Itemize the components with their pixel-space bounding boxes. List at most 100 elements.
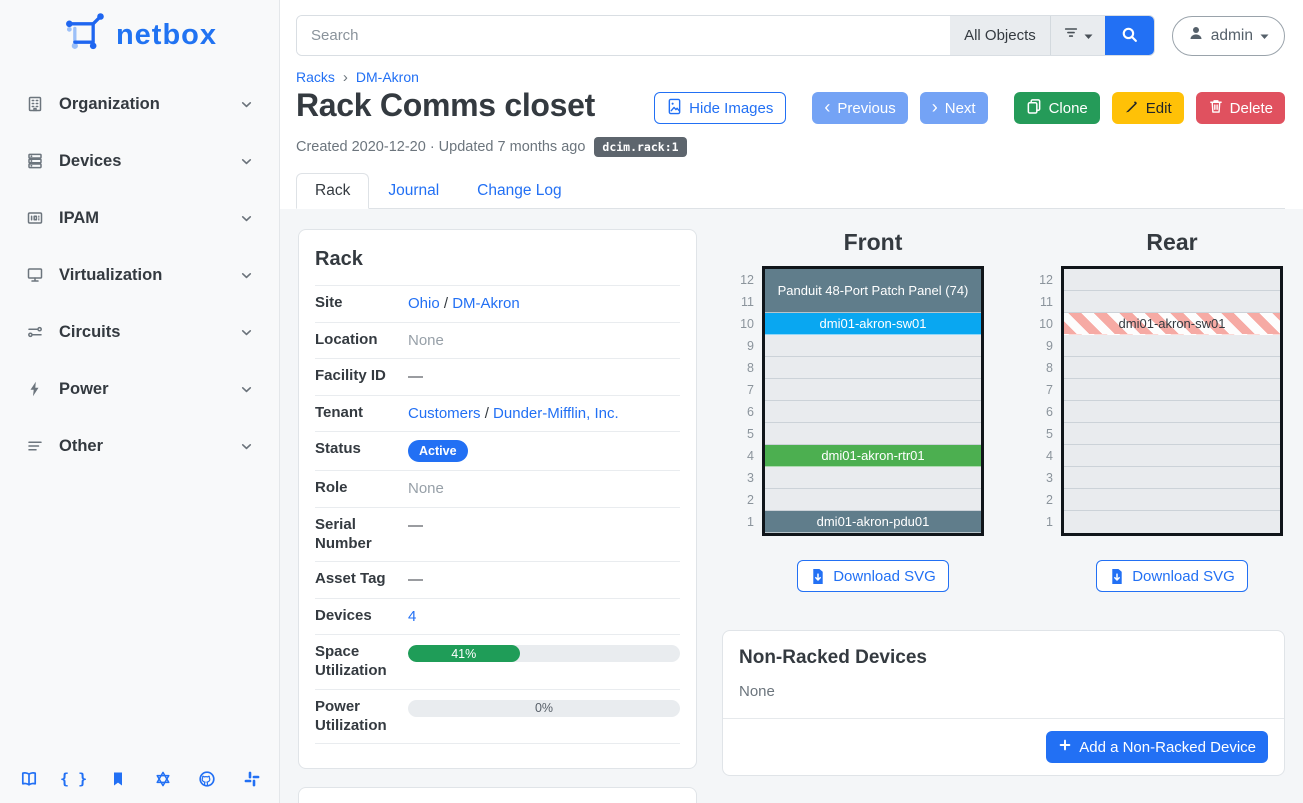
sidebar-item-other[interactable]: Other bbox=[26, 426, 255, 466]
info-row-status: Status Active bbox=[315, 432, 680, 471]
unit-labels: 121110987654321 bbox=[724, 266, 754, 536]
sidebar: netbox Organization Devices IPAM Virtual… bbox=[0, 0, 280, 803]
rack-slot-empty[interactable] bbox=[765, 401, 981, 423]
tab-change-log[interactable]: Change Log bbox=[458, 173, 580, 209]
rack-slot-empty[interactable] bbox=[765, 489, 981, 511]
elevation-title: Front bbox=[762, 229, 984, 256]
person-icon bbox=[1188, 25, 1204, 46]
github-icon[interactable] bbox=[196, 768, 218, 790]
space-utilization-bar: 41% bbox=[408, 645, 680, 662]
clone-button[interactable]: Clone bbox=[1014, 92, 1100, 124]
dunder-mifflin-inc-link[interactable]: Dunder-Mifflin, Inc. bbox=[493, 405, 619, 422]
customers-link[interactable]: Customers bbox=[408, 405, 481, 422]
rack-slot-empty[interactable] bbox=[1064, 291, 1280, 313]
add-non-racked-device-button[interactable]: Add a Non-Racked Device bbox=[1046, 731, 1268, 763]
page-header: All Objects bbox=[280, 0, 1303, 209]
edit-button[interactable]: Edit bbox=[1112, 92, 1184, 124]
netbox-logo[interactable]: netbox bbox=[0, 0, 279, 64]
rack-slot-empty[interactable] bbox=[1064, 379, 1280, 401]
search-scope-button[interactable]: All Objects bbox=[950, 16, 1050, 55]
rack-info-table: Site Ohio / DM-Akron Location None Facil… bbox=[315, 285, 680, 744]
chevron-down-icon bbox=[238, 324, 255, 341]
rack-device-dmi01-akron-sw01[interactable]: dmi01-akron-sw01 bbox=[765, 313, 981, 335]
servers-icon bbox=[26, 152, 44, 170]
dm-akron-link[interactable]: DM-Akron bbox=[452, 295, 520, 312]
download-svg-button-rear[interactable]: Download SVG bbox=[1096, 560, 1248, 592]
braces-icon[interactable]: { } bbox=[63, 768, 85, 790]
bolt-icon bbox=[26, 380, 44, 398]
tab-journal[interactable]: Journal bbox=[369, 173, 458, 209]
user-menu-button[interactable]: admin bbox=[1172, 16, 1285, 56]
file-download-icon bbox=[810, 568, 826, 585]
sidebar-item-power[interactable]: Power bbox=[26, 369, 255, 409]
non-racked-devices-panel: Non-Racked Devices None Add a Non-Racked… bbox=[722, 630, 1285, 776]
info-row-facility-id: Facility ID — bbox=[315, 359, 680, 396]
slack-icon[interactable] bbox=[241, 768, 263, 790]
rack-info-panel: Rack Site Ohio / DM-Akron Location None … bbox=[298, 229, 697, 769]
power-utilization-bar: 0% bbox=[408, 700, 680, 717]
sidebar-item-ipam[interactable]: IPAM bbox=[26, 198, 255, 238]
rack-slot-empty[interactable] bbox=[765, 423, 981, 445]
sidebar-item-devices[interactable]: Devices bbox=[26, 141, 255, 181]
breadcrumb: Racks › DM-Akron bbox=[296, 69, 1285, 85]
sidebar-item-organization[interactable]: Organization bbox=[26, 84, 255, 124]
next-panel-stub bbox=[298, 787, 697, 803]
chevron-down-icon bbox=[238, 96, 255, 113]
breadcrumb-racks[interactable]: Racks bbox=[296, 69, 335, 85]
previous-button[interactable]: ‹ Previous bbox=[812, 92, 907, 124]
rack-slot-empty[interactable] bbox=[1064, 467, 1280, 489]
rack-device-dmi01-akron-pdu01[interactable]: dmi01-akron-pdu01 bbox=[765, 511, 981, 533]
info-row-location: Location None bbox=[315, 323, 680, 360]
circuits-icon bbox=[26, 323, 44, 341]
bookmark-icon[interactable] bbox=[107, 768, 129, 790]
devices-count-link[interactable]: 4 bbox=[408, 608, 416, 625]
ohio-link[interactable]: Ohio bbox=[408, 295, 440, 312]
monitor-icon bbox=[26, 266, 44, 284]
rack-slot-empty[interactable] bbox=[765, 379, 981, 401]
status-badge: Active bbox=[408, 440, 468, 462]
info-row-tenant: Tenant Customers / Dunder-Mifflin, Inc. bbox=[315, 396, 680, 433]
info-row-role: Role None bbox=[315, 471, 680, 508]
graphql-icon[interactable] bbox=[152, 768, 174, 790]
search-filter-dropdown[interactable] bbox=[1050, 16, 1105, 55]
breadcrumb-dm-akron[interactable]: DM-Akron bbox=[356, 69, 419, 85]
sidebar-item-virtualization[interactable]: Virtualization bbox=[26, 255, 255, 295]
info-row-space-utilization: Space Utilization 41% bbox=[315, 635, 680, 690]
building-icon bbox=[26, 95, 44, 113]
non-racked-title: Non-Racked Devices bbox=[739, 647, 1268, 669]
search-button[interactable] bbox=[1105, 16, 1154, 55]
rack-slot-empty[interactable] bbox=[1064, 489, 1280, 511]
elevations: Front 121110987654321 Panduit 48-Port Pa… bbox=[722, 229, 1285, 592]
chevron-right-icon: › bbox=[932, 98, 938, 116]
rack-device-dmi01-akron-rtr01[interactable]: dmi01-akron-rtr01 bbox=[765, 445, 981, 467]
rack-slot-empty[interactable] bbox=[1064, 511, 1280, 533]
sidebar-item-circuits[interactable]: Circuits bbox=[26, 312, 255, 352]
chevron-down-icon bbox=[238, 153, 255, 170]
rack-slot-empty[interactable] bbox=[765, 357, 981, 379]
elevation-title: Rear bbox=[1061, 229, 1283, 256]
delete-button[interactable]: Delete bbox=[1196, 92, 1285, 124]
book-icon[interactable] bbox=[18, 768, 40, 790]
download-svg-button-front[interactable]: Download SVG bbox=[797, 560, 949, 592]
rack-device-panduit-48-port-patch-panel-74[interactable]: Panduit 48-Port Patch Panel (74) bbox=[765, 269, 981, 313]
elevation-rear: Rear 121110987654321 dmi01-akron-sw01 Do… bbox=[1023, 229, 1283, 592]
info-row-power-utilization: Power Utilization 0% bbox=[315, 690, 680, 745]
tab-rack[interactable]: Rack bbox=[296, 173, 369, 209]
info-row-site: Site Ohio / DM-Akron bbox=[315, 286, 680, 323]
search-input[interactable] bbox=[297, 16, 950, 55]
rack-slot-empty[interactable] bbox=[1064, 269, 1280, 291]
rack-slot-empty[interactable] bbox=[765, 335, 981, 357]
rack-slot-empty[interactable] bbox=[1064, 423, 1280, 445]
rack-slot-empty[interactable] bbox=[1064, 357, 1280, 379]
rack-elevation-front: Panduit 48-Port Patch Panel (74)dmi01-ak… bbox=[762, 266, 984, 536]
rack-device-dmi01-akron-sw01[interactable]: dmi01-akron-sw01 bbox=[1064, 313, 1280, 335]
caret-down-icon bbox=[1260, 27, 1269, 45]
hide-images-button[interactable]: Hide Images bbox=[654, 92, 786, 124]
pencil-icon bbox=[1124, 99, 1139, 118]
next-button[interactable]: › Next bbox=[920, 92, 988, 124]
rack-slot-empty[interactable] bbox=[1064, 335, 1280, 357]
chevron-down-icon bbox=[238, 381, 255, 398]
rack-slot-empty[interactable] bbox=[1064, 445, 1280, 467]
rack-slot-empty[interactable] bbox=[765, 467, 981, 489]
rack-slot-empty[interactable] bbox=[1064, 401, 1280, 423]
